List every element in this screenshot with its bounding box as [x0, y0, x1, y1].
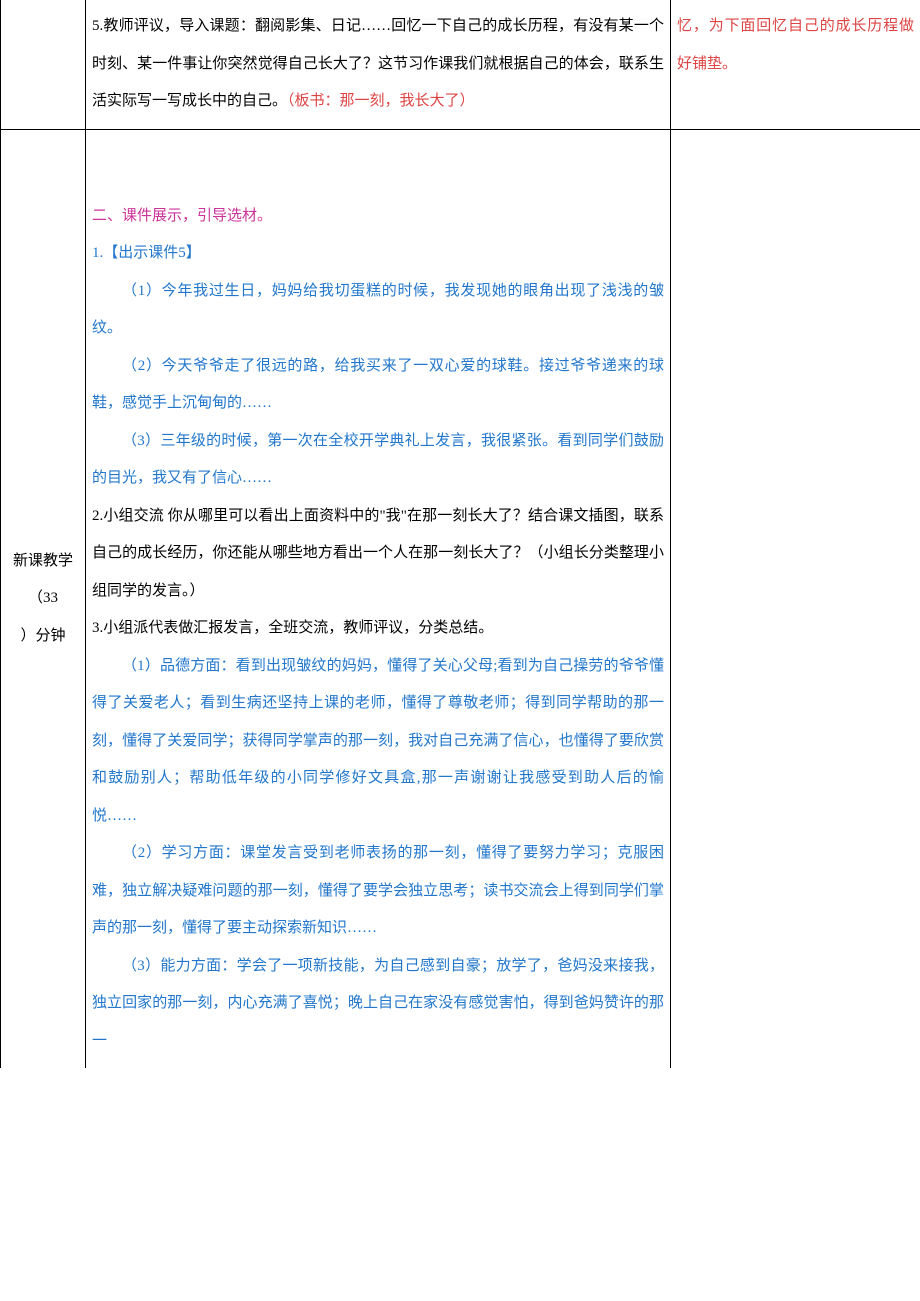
cell-mid-2: 二、课件展示，引导选材。 1.【出示课件5】 （1）今年我过生日，妈妈给我切蛋糕…: [86, 129, 671, 1068]
cell-left-1: [1, 0, 86, 129]
cell-left-2: 新课教学 （33 ）分钟: [1, 129, 86, 1068]
summary-morality: （1）品德方面：看到出现皱纹的妈妈，懂得了关心父母;看到为自己操劳的爷爷懂得了关…: [92, 648, 664, 836]
example-3: （3）三年级的时候，第一次在全校开学典礼上发言，我很紧张。看到同学们鼓励的目光，…: [92, 423, 664, 498]
example-1: （1）今年我过生日，妈妈给我切蛋糕的时候，我发现她的眼角出现了浅浅的皱纹。: [92, 273, 664, 348]
group-report: 3.小组派代表做汇报发言，全班交流，教师评议，分类总结。: [92, 610, 664, 648]
lesson-plan-table: 5.教师评议，导入课题：翻阅影集、日记……回忆一下自己的成长历程，有没有某一个时…: [0, 0, 920, 1068]
row-intro: 5.教师评议，导入课题：翻阅影集、日记……回忆一下自己的成长历程，有没有某一个时…: [1, 0, 920, 129]
summary-study: （2）学习方面：课堂发言受到老师表扬的那一刻，懂得了要努力学习；克服困难，独立解…: [92, 835, 664, 948]
spacer: [92, 138, 664, 198]
stage-label-1: 新课教学: [7, 543, 79, 581]
stage-label-3: ）分钟: [7, 618, 79, 656]
note-text: 忆，为下面回忆自己的成长历程做好铺垫。: [677, 18, 914, 72]
cell-right-2: [671, 129, 920, 1068]
courseware-label: 1.【出示课件5】: [92, 235, 664, 273]
stage-label-2: （33: [7, 580, 79, 618]
group-discuss: 2.小组交流 你从哪里可以看出上面资料中的"我"在那一刻长大了？结合课文插图，联…: [92, 498, 664, 611]
row-main: 新课教学 （33 ）分钟 二、课件展示，引导选材。 1.【出示课件5】 （1）今…: [1, 129, 920, 1068]
cell-mid-1: 5.教师评议，导入课题：翻阅影集、日记……回忆一下自己的成长历程，有没有某一个时…: [86, 0, 671, 129]
summary-ability: （3）能力方面：学会了一项新技能，为自己感到自豪；放学了，爸妈没来接我，独立回家…: [92, 948, 664, 1061]
cell-right-1: 忆，为下面回忆自己的成长历程做好铺垫。: [671, 0, 920, 129]
example-2: （2）今天爷爷走了很远的路，给我买来了一双心爱的球鞋。接过爷爷递来的球鞋，感觉手…: [92, 348, 664, 423]
section-heading: 二、课件展示，引导选材。: [92, 198, 664, 236]
board-note: （板书：那一刻，我长大了）: [287, 93, 475, 109]
intro-paragraph: 5.教师评议，导入课题：翻阅影集、日记……回忆一下自己的成长历程，有没有某一个时…: [92, 8, 664, 121]
